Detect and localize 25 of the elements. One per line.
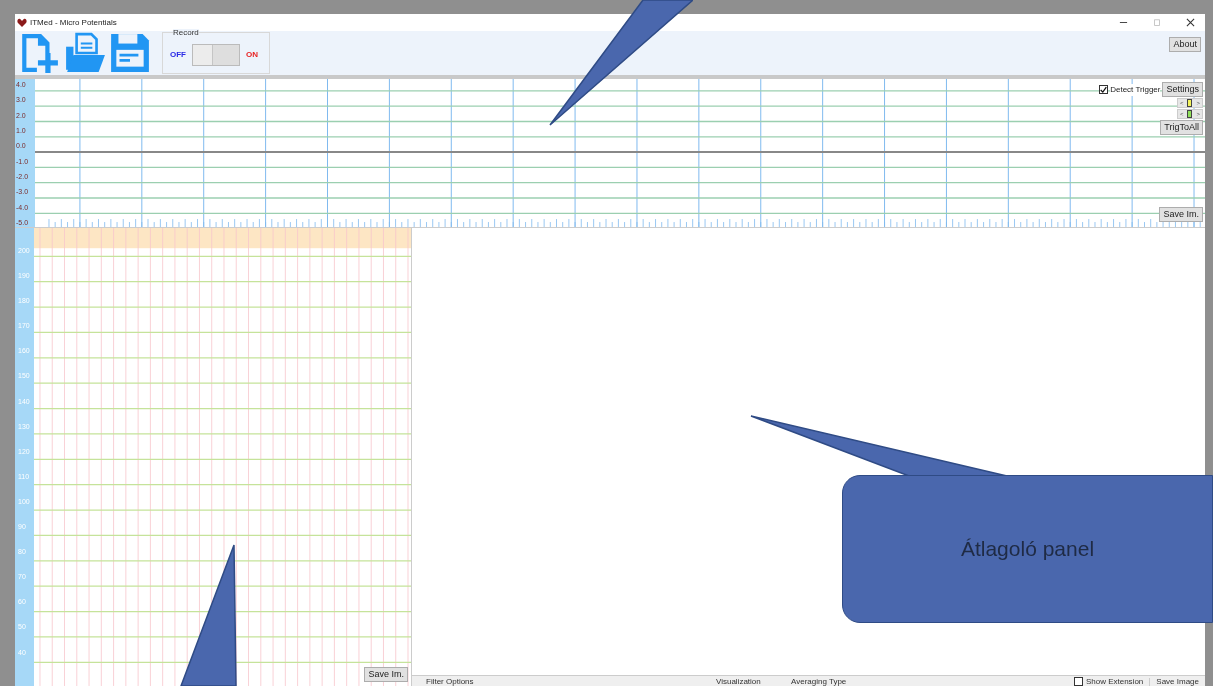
close-icon[interactable] <box>1186 18 1195 27</box>
about-button[interactable]: About <box>1169 37 1201 52</box>
open-folder-icon[interactable] <box>64 32 106 74</box>
window-title: ITMed - Micro Potentials <box>30 16 117 29</box>
tab[interactable]: Visualization <box>716 678 791 686</box>
slider-thumb[interactable] <box>1187 99 1193 107</box>
show-extension-label: Show Extension <box>1085 677 1144 686</box>
slider-thumb[interactable] <box>1187 110 1193 118</box>
detect-trigger-label: Detect Trigger <box>1110 83 1161 96</box>
save-image-button[interactable]: Save Im. <box>1159 207 1203 222</box>
callout-text: Átlagoló panel <box>960 536 1095 563</box>
save-image-button[interactable]: Save Im. <box>364 667 408 682</box>
tab[interactable]: Averaging Type <box>791 678 847 686</box>
tab[interactable]: Filter Options <box>426 678 716 686</box>
settings-button[interactable]: Settings <box>1162 82 1203 97</box>
on-label: ON <box>246 49 258 61</box>
save-image-button[interactable]: Save Image <box>1149 678 1205 686</box>
checkbox[interactable] <box>1099 85 1109 94</box>
checkbox[interactable] <box>1073 677 1083 686</box>
record-toggle[interactable] <box>192 44 240 66</box>
save-icon[interactable] <box>109 32 151 74</box>
record-label: Record <box>173 29 199 37</box>
off-label: OFF <box>170 49 186 61</box>
heart-icon <box>17 17 27 28</box>
trig-to-all-button[interactable]: TrigToAll <box>1160 120 1203 135</box>
